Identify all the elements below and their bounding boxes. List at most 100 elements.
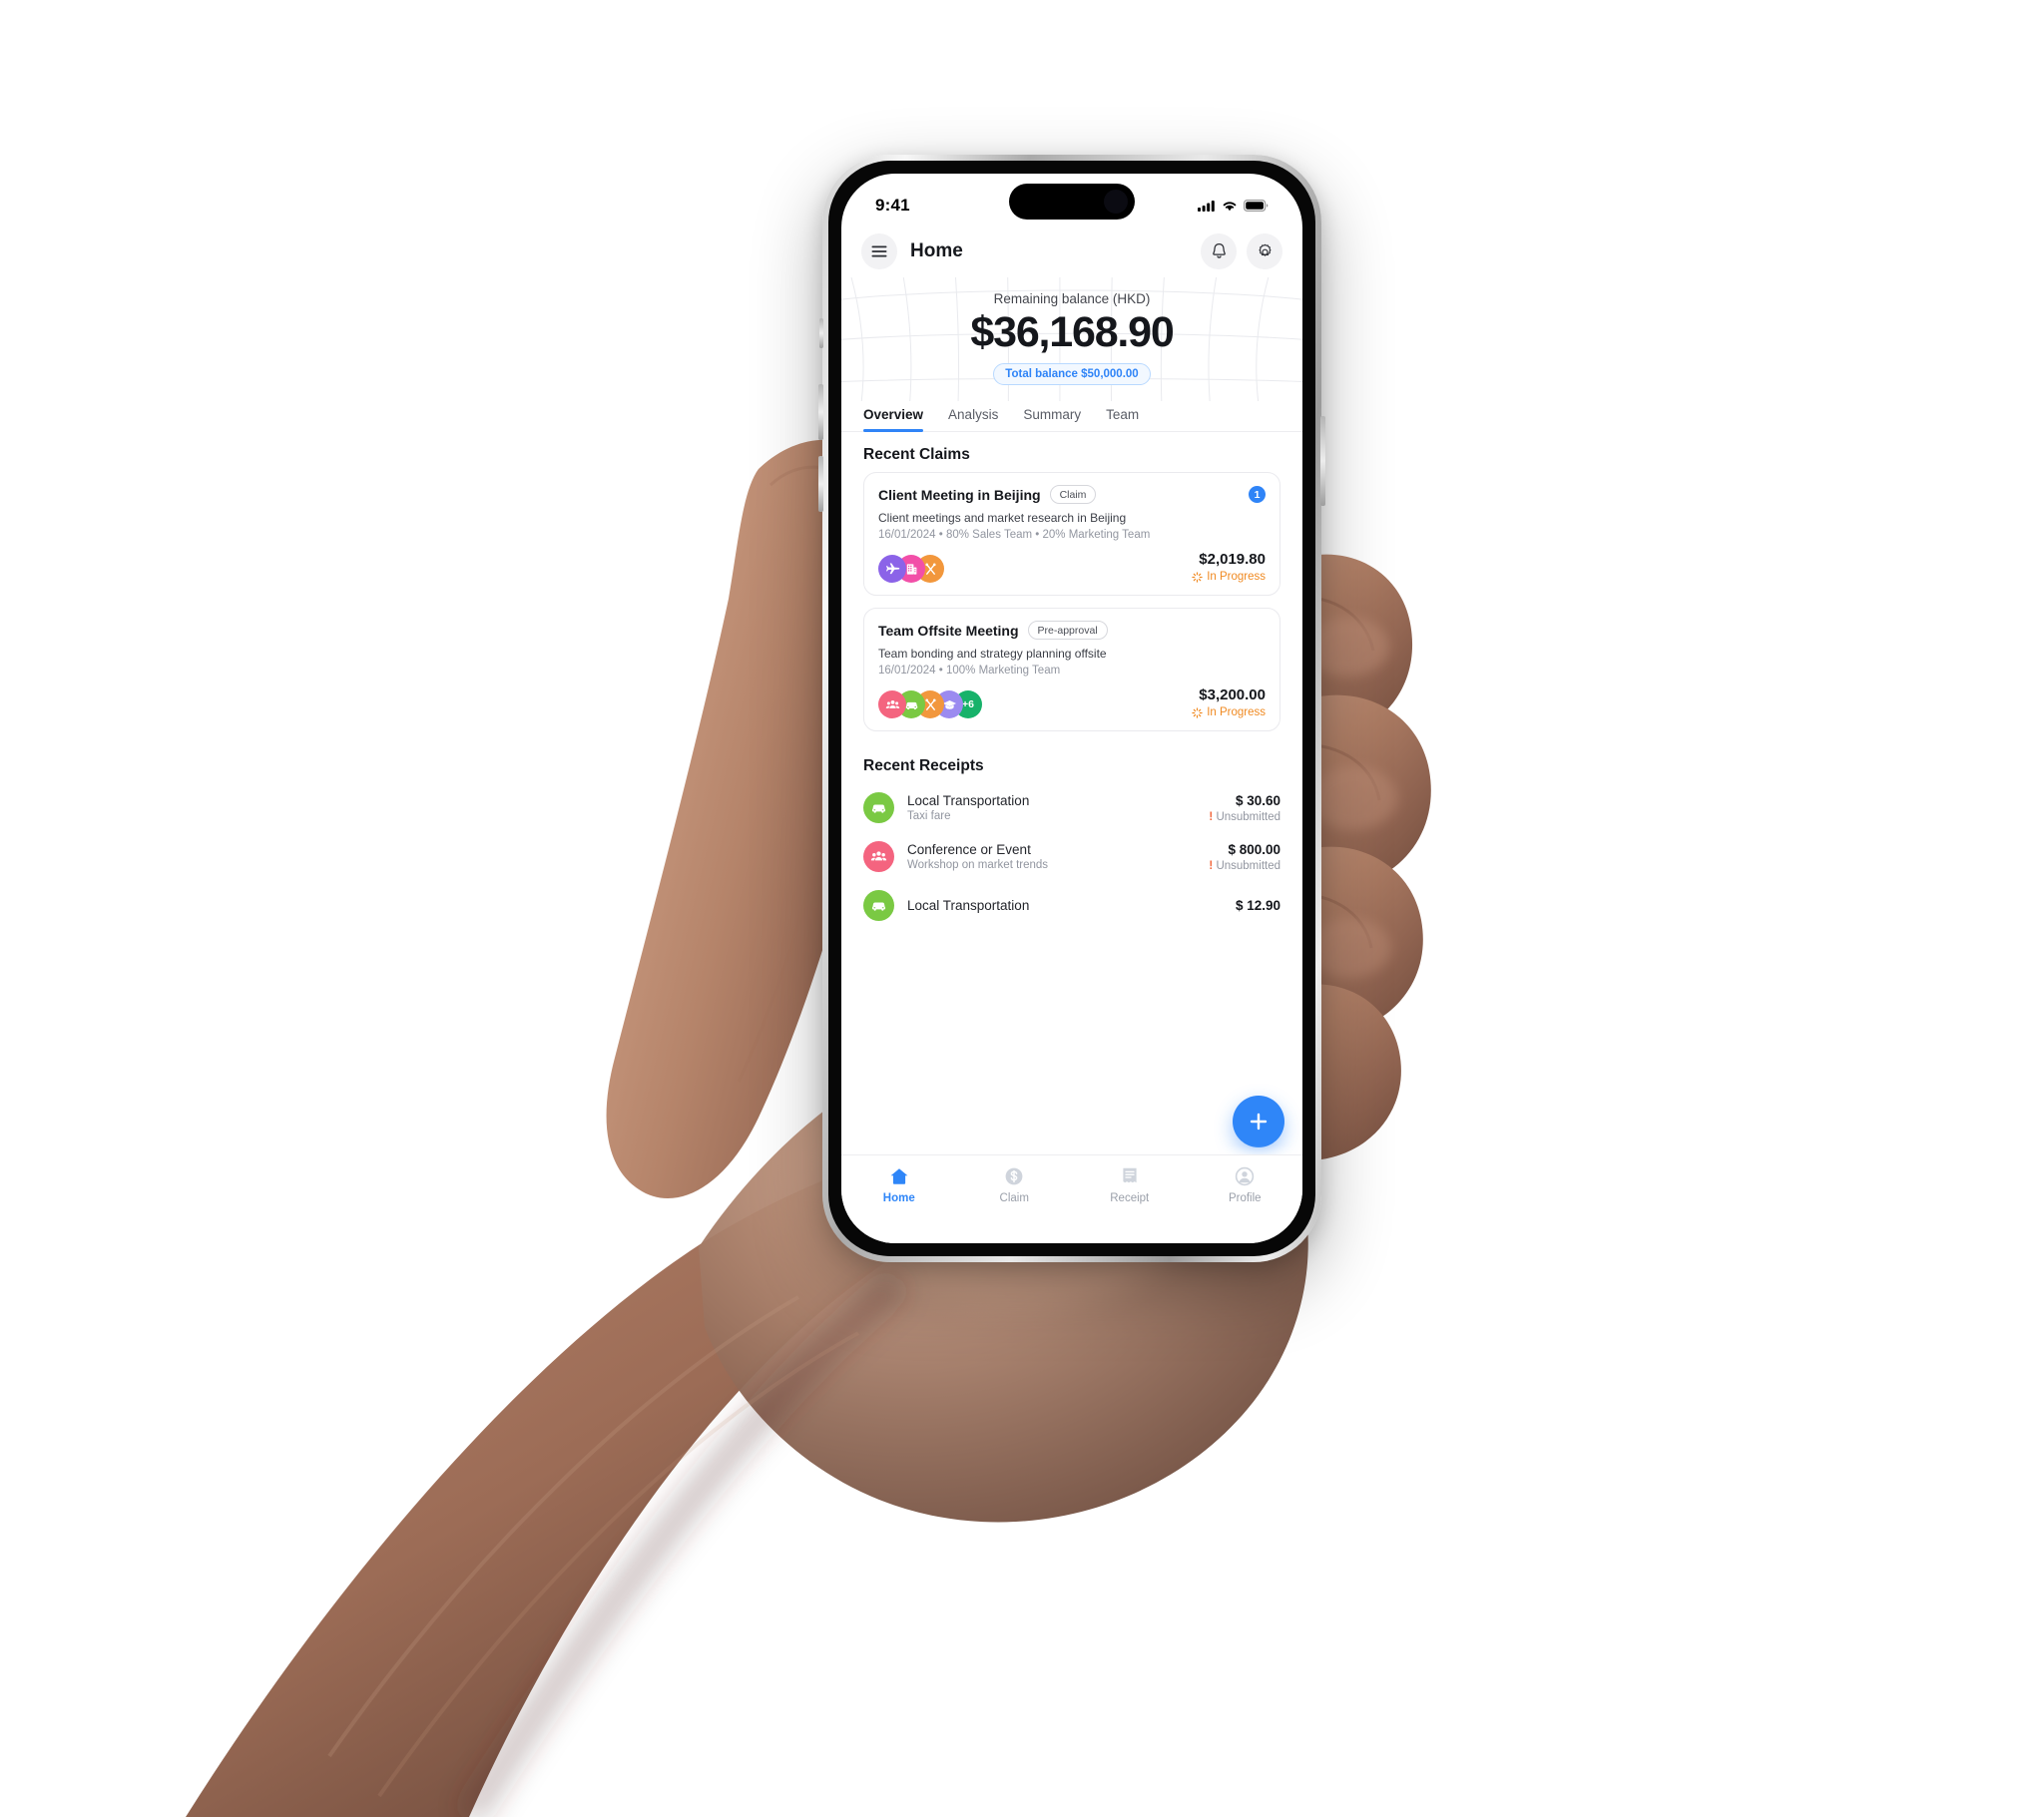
claim-type-chip: Pre-approval	[1027, 621, 1108, 641]
claim-category-avatars: +6	[878, 690, 982, 719]
people-group-icon	[878, 690, 906, 719]
claim-footer: $2,019.80 In Progress	[878, 551, 1266, 584]
receipt-info: Local Transportation Taxi fare	[907, 793, 1196, 822]
car-icon	[863, 890, 894, 922]
cellular-signal-icon	[1198, 201, 1215, 212]
claim-header: Team Offsite Meeting Pre-approval	[878, 621, 1266, 641]
app-header: Home	[841, 224, 1302, 277]
battery-icon	[1244, 200, 1269, 212]
claim-amount-block: $3,200.00 In Progress	[1192, 686, 1266, 718]
bell-icon	[1212, 242, 1226, 258]
notifications-button[interactable]	[1201, 233, 1237, 269]
receipt-status: ! Unsubmitted	[1209, 811, 1280, 823]
claim-amount-block: $2,019.80 In Progress	[1192, 551, 1266, 583]
receipt-amount-block: $ 30.60 ! Unsubmitted	[1209, 793, 1280, 823]
screenshot-scene: 9:41 Home Remaining balance (HKD) $36,16…	[0, 0, 2044, 1817]
status-bar-indicators	[1198, 200, 1269, 212]
recent-claims-title: Recent Claims	[863, 446, 970, 464]
phone-bezel: 9:41 Home Remaining balance (HKD) $36,16…	[828, 161, 1315, 1256]
tab-team[interactable]: Team	[1106, 407, 1139, 431]
receipt-status-label: Unsubmitted	[1216, 859, 1280, 872]
claim-status: In Progress	[1192, 706, 1266, 718]
receipt-row[interactable]: Local Transportation Taxi fare $ 30.60 !…	[841, 783, 1302, 832]
receipt-info: Conference or Event Workshop on market t…	[907, 842, 1196, 871]
claim-amount: $2,019.80	[1199, 551, 1266, 569]
receipt-amount-block: $ 800.00 ! Unsubmitted	[1209, 842, 1280, 872]
claim-card[interactable]: 1 Client Meeting in Beijing Claim Client…	[863, 472, 1280, 597]
balance-hero: Remaining balance (HKD) $36,168.90 Total…	[841, 277, 1302, 402]
claim-type-chip: Claim	[1049, 485, 1097, 505]
claim-meta: 16/01/2024 • 100% Marketing Team	[878, 665, 1061, 678]
claim-description: Team bonding and strategy planning offsi…	[878, 647, 1107, 662]
in-progress-spinner-icon	[1192, 706, 1203, 718]
page-title: Home	[910, 240, 963, 261]
nav-item-profile[interactable]: Profile	[1188, 1165, 1303, 1204]
volume-up-button[interactable]	[818, 384, 823, 440]
menu-button[interactable]	[861, 233, 897, 269]
gear-icon	[1259, 243, 1271, 256]
nav-item-home[interactable]: Home	[841, 1165, 957, 1204]
warning-marker-icon: !	[1209, 810, 1214, 823]
dollar-circle-icon	[1005, 1167, 1023, 1185]
bottom-navigation: Home Claim Receipt Profile	[841, 1154, 1302, 1243]
receipt-status-label: Unsubmitted	[1216, 810, 1280, 823]
volume-down-button[interactable]	[818, 456, 823, 512]
receipt-title: Local Transportation	[907, 793, 1030, 809]
car-icon	[863, 792, 894, 824]
phone-device: 9:41 Home Remaining balance (HKD) $36,16…	[818, 155, 1325, 1262]
airplane-icon	[878, 555, 906, 584]
silent-switch[interactable]	[819, 318, 823, 348]
nav-label-receipt: Receipt	[1110, 1192, 1150, 1204]
claim-status-label: In Progress	[1207, 571, 1266, 584]
tab-bar: Overview Analysis Summary Team	[841, 401, 1302, 433]
total-balance-pill[interactable]: Total balance $50,000.00	[993, 363, 1151, 386]
nav-label-profile: Profile	[1228, 1192, 1262, 1204]
dynamic-island	[1009, 184, 1135, 220]
receipt-title: Local Transportation	[907, 898, 1030, 914]
claim-meta: 16/01/2024 • 80% Sales Team • 20% Market…	[878, 529, 1151, 542]
receipt-amount: $ 30.60	[1235, 792, 1280, 808]
receipt-row[interactable]: Local Transportation $ 12.90	[841, 881, 1302, 930]
nav-item-claim[interactable]: Claim	[957, 1165, 1073, 1204]
claim-title: Team Offsite Meeting	[878, 622, 1019, 639]
power-button[interactable]	[1320, 416, 1325, 506]
in-progress-spinner-icon	[1192, 571, 1203, 583]
receipt-amount: $ 12.90	[1235, 898, 1280, 914]
nav-item-receipt[interactable]: Receipt	[1072, 1165, 1188, 1204]
nav-label-home: Home	[882, 1192, 915, 1204]
balance-amount: $36,168.90	[970, 308, 1174, 356]
tab-analysis[interactable]: Analysis	[948, 407, 998, 431]
claim-card[interactable]: Team Offsite Meeting Pre-approval Team b…	[863, 608, 1280, 732]
people-group-icon	[863, 841, 894, 873]
claim-footer: +6 $3,200.00 In Progress	[878, 686, 1266, 719]
receipt-status: ! Unsubmitted	[1209, 860, 1280, 872]
warning-marker-icon: !	[1209, 859, 1214, 872]
receipt-icon	[1123, 1167, 1137, 1183]
status-bar: 9:41	[841, 174, 1302, 224]
claim-status-label: In Progress	[1207, 706, 1266, 719]
nav-label-claim: Claim	[999, 1192, 1029, 1204]
claim-status: In Progress	[1192, 571, 1266, 583]
settings-button[interactable]	[1247, 233, 1282, 269]
receipt-title: Conference or Event	[907, 842, 1031, 858]
balance-hero-content: Remaining balance (HKD) $36,168.90 Total…	[841, 291, 1302, 386]
claim-description: Client meetings and market research in B…	[878, 511, 1127, 526]
main-content: Recent Claims 1 Client Meeting in Beijin…	[841, 432, 1302, 930]
home-icon	[890, 1168, 908, 1184]
receipt-info: Local Transportation	[907, 898, 1223, 913]
plus-icon	[1250, 1113, 1268, 1131]
app-header-left: Home	[861, 233, 963, 269]
claim-header: Client Meeting in Beijing Claim	[878, 485, 1266, 505]
person-circle-icon	[1236, 1166, 1255, 1186]
phone-screen: 9:41 Home Remaining balance (HKD) $36,16…	[841, 174, 1302, 1243]
balance-label: Remaining balance (HKD)	[993, 291, 1151, 306]
receipt-row[interactable]: Conference or Event Workshop on market t…	[841, 832, 1302, 881]
claim-amount: $3,200.00	[1199, 686, 1266, 704]
tab-summary[interactable]: Summary	[1023, 407, 1081, 431]
app-header-right	[1201, 233, 1282, 269]
add-button[interactable]	[1233, 1096, 1284, 1147]
receipt-subtitle: Taxi fare	[907, 810, 951, 823]
receipt-amount-block: $ 12.90	[1236, 898, 1280, 913]
tab-overview[interactable]: Overview	[863, 407, 924, 433]
wifi-icon	[1223, 202, 1237, 212]
